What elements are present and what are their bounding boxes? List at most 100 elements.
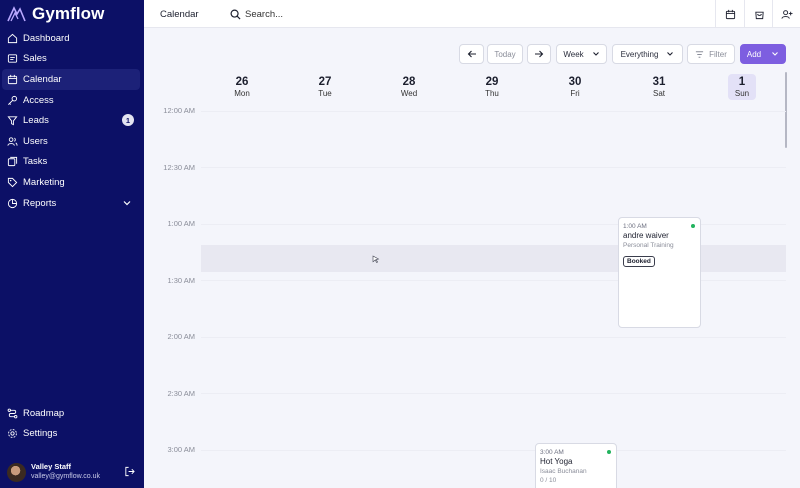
day-number: 31 bbox=[652, 76, 666, 88]
tasks-icon bbox=[7, 157, 18, 167]
sidebar-item-tasks[interactable]: Tasks bbox=[2, 152, 140, 173]
grid-line bbox=[201, 337, 786, 338]
sidebar-item-label: Tasks bbox=[23, 156, 48, 168]
brand[interactable]: Gymflow bbox=[6, 4, 105, 24]
day-header-thu[interactable]: 29 Thu bbox=[472, 76, 512, 99]
search-bar[interactable] bbox=[230, 6, 425, 22]
sidebar-item-dashboard[interactable]: Dashboard bbox=[2, 28, 140, 49]
sidebar-item-access[interactable]: Access bbox=[2, 90, 140, 111]
view-select[interactable]: Week bbox=[556, 44, 607, 64]
day-header-fri[interactable]: 30 Fri bbox=[555, 76, 595, 99]
view-select-value: Week bbox=[563, 49, 584, 59]
grid-line bbox=[201, 167, 786, 168]
sidebar-item-label: Users bbox=[23, 135, 48, 147]
user-name: Valley Staff bbox=[31, 462, 72, 471]
arrow-left-icon bbox=[467, 50, 476, 58]
day-header-tue[interactable]: 27 Tue bbox=[305, 76, 345, 99]
event-title: Hot Yoga bbox=[540, 457, 573, 466]
event-capacity: 0 / 10 bbox=[540, 477, 557, 484]
event-title: andre waiver bbox=[623, 231, 669, 240]
sales-icon bbox=[7, 54, 18, 64]
chevron-down-icon bbox=[667, 52, 674, 56]
sidebar-item-settings[interactable]: Settings bbox=[2, 424, 140, 445]
user-email: valley@gymflow.co.uk bbox=[31, 473, 100, 480]
day-header-wed[interactable]: 28 Wed bbox=[389, 76, 429, 99]
search-input[interactable] bbox=[245, 8, 425, 20]
day-number: 26 bbox=[235, 76, 249, 88]
sidebar-item-reports[interactable]: Reports bbox=[2, 193, 140, 214]
next-week-button[interactable] bbox=[527, 44, 551, 64]
add-button[interactable]: Add bbox=[740, 44, 786, 64]
day-weekday: Sat bbox=[652, 89, 665, 98]
time-label: 12:30 AM bbox=[163, 163, 195, 172]
grid-line bbox=[201, 111, 786, 112]
day-weekday: Thu bbox=[485, 89, 499, 98]
shopping-bag-icon bbox=[754, 11, 764, 19]
tag-icon bbox=[7, 177, 18, 188]
cursor-icon bbox=[372, 255, 380, 263]
users-icon bbox=[7, 137, 18, 146]
filter-icon bbox=[696, 50, 704, 58]
calendar-icon bbox=[725, 9, 735, 19]
gymflow-logo-icon bbox=[7, 6, 26, 22]
day-header-mon[interactable]: 26 Mon bbox=[222, 76, 262, 99]
sidebar-item-leads[interactable]: Leads 1 bbox=[2, 110, 140, 131]
chevron-down-icon[interactable] bbox=[122, 198, 132, 208]
time-label: 1:00 AM bbox=[167, 219, 195, 228]
day-header-sat[interactable]: 31 Sat bbox=[639, 76, 679, 99]
reports-icon bbox=[7, 198, 18, 208]
time-label: 1:30 AM bbox=[167, 276, 195, 285]
shop-button[interactable] bbox=[744, 0, 773, 28]
sidebar-item-label: Marketing bbox=[23, 176, 65, 188]
time-label: 2:30 AM bbox=[167, 389, 195, 398]
sidebar-item-sales[interactable]: Sales bbox=[2, 49, 140, 70]
event-time: 3:00 AM bbox=[540, 449, 564, 456]
day-header-sun-today[interactable]: 1 Sun bbox=[728, 74, 756, 100]
day-weekday: Fri bbox=[570, 89, 580, 98]
scope-select[interactable]: Everything bbox=[612, 44, 683, 64]
sidebar-item-users[interactable]: Users bbox=[2, 131, 140, 152]
sidebar-nav: Dashboard Sales Calendar Access Leads 1 … bbox=[2, 28, 140, 213]
filter-button[interactable]: Filter bbox=[687, 44, 735, 64]
status-dot bbox=[607, 450, 611, 454]
grid-line bbox=[201, 393, 786, 394]
today-button[interactable]: Today bbox=[487, 44, 523, 64]
funnel-icon bbox=[7, 116, 18, 126]
sidebar-item-calendar[interactable]: Calendar bbox=[2, 69, 140, 90]
time-label: 2:00 AM bbox=[167, 332, 195, 341]
sidebar-item-label: Settings bbox=[23, 428, 58, 440]
sidebar-item-roadmap[interactable]: Roadmap bbox=[2, 403, 140, 424]
day-weekday: Wed bbox=[400, 89, 418, 98]
top-header: Calendar bbox=[144, 0, 800, 28]
sidebar-item-marketing[interactable]: Marketing bbox=[2, 172, 140, 193]
add-user-icon bbox=[781, 9, 793, 19]
calendar-shortcut-button[interactable] bbox=[715, 0, 744, 28]
day-number: 27 bbox=[318, 76, 332, 88]
previous-week-button[interactable] bbox=[459, 44, 484, 64]
day-weekday: Sun bbox=[734, 89, 750, 98]
avatar bbox=[7, 462, 26, 482]
add-user-button[interactable] bbox=[772, 0, 800, 28]
event-time: 1:00 AM bbox=[623, 223, 647, 230]
day-number: 29 bbox=[485, 76, 499, 88]
calendar-scrollbar[interactable] bbox=[785, 72, 787, 148]
logout-icon[interactable] bbox=[124, 466, 135, 477]
time-label: 12:00 AM bbox=[163, 106, 195, 115]
brand-name: Gymflow bbox=[32, 4, 105, 23]
event-card-personal-training[interactable]: 1:00 AM andre waiver Personal Training B… bbox=[618, 217, 701, 328]
leads-count-badge: 1 bbox=[122, 114, 134, 127]
status-dot bbox=[691, 224, 695, 228]
page-title: Calendar bbox=[160, 9, 199, 20]
sidebar-item-label: Calendar bbox=[23, 73, 62, 85]
chevron-down-icon bbox=[772, 52, 778, 56]
calendar-icon bbox=[7, 74, 18, 85]
day-number: 30 bbox=[568, 76, 582, 88]
day-weekday: Tue bbox=[318, 89, 332, 98]
arrow-right-icon bbox=[535, 50, 544, 58]
sidebar-item-label: Reports bbox=[23, 197, 57, 209]
status-badge: Booked bbox=[623, 256, 655, 267]
user-profile[interactable]: Valley Staff valley@gymflow.co.uk bbox=[7, 461, 139, 483]
event-card-hot-yoga[interactable]: 3:00 AM Hot Yoga Isaac Buchanan 0 / 10 bbox=[535, 443, 617, 488]
key-icon bbox=[8, 95, 18, 105]
scope-select-value: Everything bbox=[620, 49, 659, 59]
